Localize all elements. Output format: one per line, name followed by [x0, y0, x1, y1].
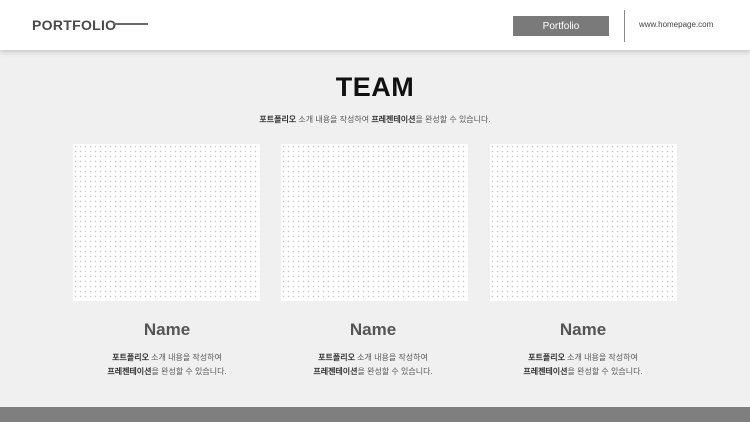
portfolio-button[interactable]: Portfolio: [513, 16, 609, 36]
desc-bold: 프레젠테이션: [313, 367, 358, 376]
member-description: 포트폴리오 소개 내용을 작성하여 프레젠테이션을 완성할 수 있습니다.: [473, 351, 693, 379]
subtitle-text-1: 소개 내용을 작성하여: [296, 115, 372, 124]
footer-bar: [0, 407, 750, 422]
brand-title[interactable]: PORTFOLIO: [32, 17, 116, 33]
page-title: TEAM: [335, 72, 415, 102]
subtitle-bold-1: 포트폴리오: [259, 115, 297, 124]
page-subtitle: 포트폴리오 소개 내용을 작성하여 프레젠테이션을 완성할 수 있습니다.: [0, 114, 750, 125]
member-photo-placeholder: [490, 144, 677, 301]
desc-bold: 포트폴리오: [528, 353, 565, 362]
subtitle-text-2: 을 완성할 수 있습니다.: [415, 115, 491, 124]
member-name: Name: [559, 320, 607, 339]
header: PORTFOLIO Portfolio www.homepage.com: [0, 0, 750, 50]
desc-text: 을 완성할 수 있습니다.: [151, 367, 227, 376]
brand-underline: [113, 23, 148, 25]
desc-text: 을 완성할 수 있습니다.: [357, 367, 433, 376]
member-description: 포트폴리오 소개 내용을 작성하여 프레젠테이션을 완성할 수 있습니다.: [57, 351, 277, 379]
subtitle-bold-2: 프레젠테이션: [371, 115, 416, 124]
desc-bold: 프레젠테이션: [523, 367, 568, 376]
desc-bold: 포트폴리오: [318, 353, 355, 362]
desc-bold: 프레젠테이션: [107, 367, 152, 376]
site-url-link[interactable]: www.homepage.com: [639, 20, 713, 29]
member-photo-placeholder: [281, 144, 468, 301]
desc-text: 소개 내용을 작성하여: [148, 353, 222, 362]
desc-text: 소개 내용을 작성하여: [564, 353, 638, 362]
member-description: 포트폴리오 소개 내용을 작성하여 프레젠테이션을 완성할 수 있습니다.: [263, 351, 483, 379]
header-divider: [624, 10, 625, 42]
member-photo-placeholder: [73, 144, 260, 301]
desc-text: 소개 내용을 작성하여: [354, 353, 428, 362]
member-name: Name: [143, 320, 191, 339]
desc-text: 을 완성할 수 있습니다.: [567, 367, 643, 376]
member-name: Name: [349, 320, 397, 339]
desc-bold: 포트폴리오: [112, 353, 149, 362]
